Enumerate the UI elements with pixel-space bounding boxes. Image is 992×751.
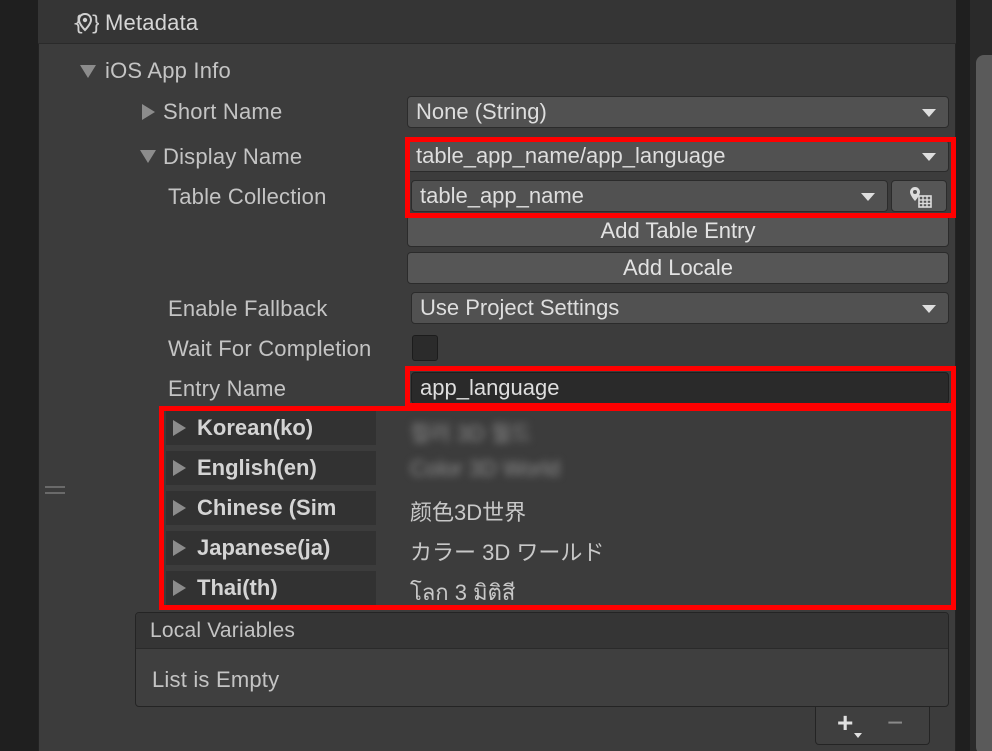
enable-fallback-dropdown[interactable]: Use Project Settings [411,292,949,324]
entry-name-value: app_language [420,375,560,400]
list-footer: + − [815,707,930,745]
short-name-label: Short Name [163,99,283,124]
add-dropdown-caret[interactable] [854,733,862,738]
display-name-label: Display Name [163,144,303,169]
metadata-icon: { } [71,9,103,37]
add-locale-button[interactable]: Add Locale [407,252,949,284]
enable-fallback-value: Use Project Settings [420,295,620,320]
local-variables-header: Local Variables [136,613,948,649]
display-name-value: table_app_name/app_language [416,143,726,168]
expand-icon [173,420,186,436]
local-variables-title: Local Variables [150,619,296,642]
chevron-down-icon [922,109,936,117]
add-button[interactable]: + [837,707,853,739]
expand-icon [173,540,186,556]
locale-value-chinese[interactable]: 颜色3D世界 [410,495,526,527]
metadata-title: Metadata [105,10,199,35]
table-collection-value: table_app_name [420,183,584,208]
table-collection-dropdown[interactable]: table_app_name [411,180,888,212]
local-variables-list: Local Variables List is Empty [135,612,949,707]
locale-row-english[interactable]: English(en) [166,451,376,485]
short-name-foldout-icon[interactable] [142,104,155,120]
display-name-dropdown[interactable]: table_app_name/app_language [407,140,949,172]
drag-handle[interactable] [45,486,65,496]
locale-value-japanese[interactable]: カラー 3D ワールド [410,535,604,567]
chevron-down-icon [922,305,936,313]
entry-name-input[interactable]: app_language [411,372,949,404]
locale-name: Korean(ko) [197,415,314,440]
locale-row-chinese[interactable]: Chinese (Sim [166,491,376,525]
locale-row-korean[interactable]: Korean(ko) [166,411,376,445]
expand-icon [173,580,186,596]
add-table-entry-button[interactable]: Add Table Entry [407,215,949,247]
expand-icon [173,500,186,516]
locale-name: Japanese(ja) [197,535,331,560]
chevron-down-icon [861,193,875,201]
remove-button[interactable]: − [887,707,903,739]
ios-app-info-label[interactable]: iOS App Info [105,58,231,84]
wait-for-completion-checkbox[interactable] [412,335,438,361]
display-name-foldout-icon[interactable] [140,150,156,163]
short-name-dropdown[interactable]: None (String) [407,96,949,128]
table-locate-icon [907,185,933,217]
table-collection-locate-button[interactable] [891,180,947,212]
locale-value-thai[interactable]: โลก 3 มิติสี [410,575,515,610]
metadata-header[interactable]: { } Metadata [38,0,956,44]
chevron-down-icon [922,153,936,161]
table-collection-label: Table Collection [168,184,327,209]
locale-name: Thai(th) [197,575,278,600]
expand-icon [173,460,186,476]
locale-value-english[interactable]: Color 3D World [410,456,560,482]
locale-row-japanese[interactable]: Japanese(ja) [166,531,376,565]
list-empty-text: List is Empty [152,667,280,692]
locale-name: Chinese (Sim [197,495,337,520]
short-name-value: None (String) [416,99,547,124]
locale-name: English(en) [197,455,317,480]
locale-row-thai[interactable]: Thai(th) [166,571,376,605]
entry-name-label: Entry Name [168,376,287,401]
wait-for-completion-label: Wait For Completion [168,336,372,361]
enable-fallback-label: Enable Fallback [168,296,328,321]
locale-value-korean[interactable]: 컬러 3D 월드 [410,416,531,448]
ios-app-info-foldout-icon[interactable] [80,65,96,78]
scrollbar-thumb[interactable] [976,55,992,751]
